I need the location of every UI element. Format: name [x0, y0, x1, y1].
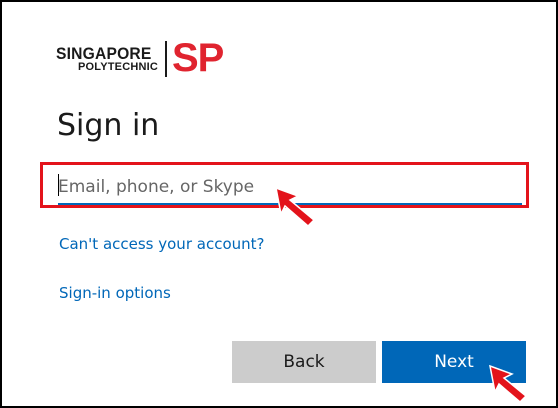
sign-in-options-link[interactable]: Sign-in options — [59, 284, 171, 302]
email-input[interactable] — [58, 170, 522, 205]
logo-text-polytechnic: POLYTECHNIC — [78, 61, 159, 73]
logo-divider — [165, 41, 167, 77]
text-caret — [58, 174, 59, 196]
logo-sp-mark: SP — [172, 36, 224, 80]
singapore-polytechnic-logo: SINGAPORE POLYTECHNIC SP — [56, 36, 226, 82]
next-button[interactable]: Next — [382, 341, 526, 383]
cant-access-account-link[interactable]: Can't access your account? — [59, 235, 264, 253]
sign-in-panel: SINGAPORE POLYTECHNIC SP Sign in Can't a… — [0, 0, 558, 408]
back-button[interactable]: Back — [232, 341, 376, 383]
page-title: Sign in — [57, 108, 160, 143]
email-field-wrapper — [58, 170, 522, 205]
